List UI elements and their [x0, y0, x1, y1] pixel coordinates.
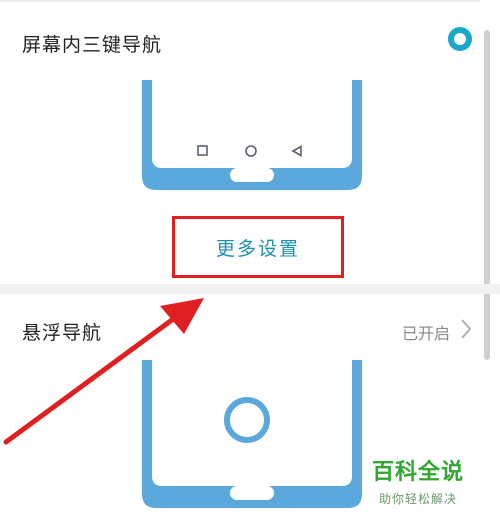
watermark-logo: 百科全说 助你轻松解决 [372, 460, 464, 507]
watermark-title: 百科全说 [372, 460, 465, 485]
red-arrow-annotation [3, 298, 204, 445]
watermark-subtitle: 助你轻松解决 [379, 492, 458, 506]
